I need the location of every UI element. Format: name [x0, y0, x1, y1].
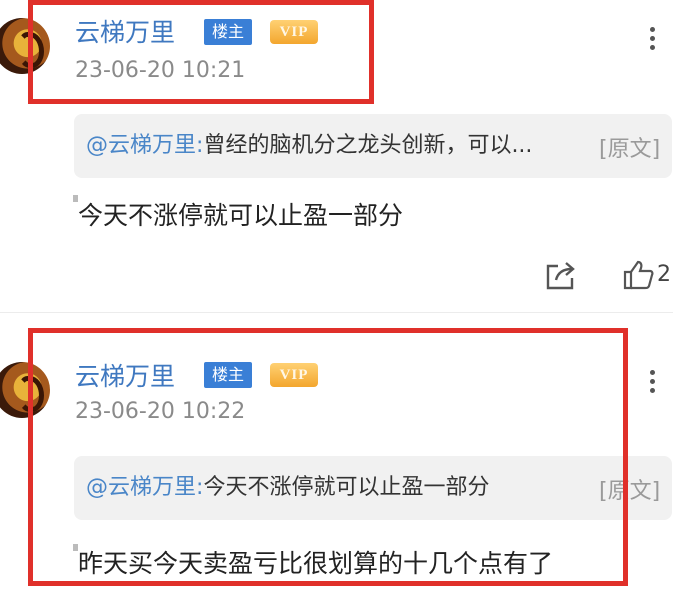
avatar[interactable]: [0, 362, 50, 418]
view-original-link[interactable]: [原文]: [599, 473, 660, 505]
timestamp: 23-06-20 10:21: [75, 58, 246, 83]
view-original-link[interactable]: [原文]: [599, 131, 660, 163]
comment-body: 昨天买今天卖盈亏比很划算的十几个点有了: [78, 549, 554, 578]
share-icon[interactable]: [544, 260, 578, 292]
timestamp: 23-06-20 10:22: [75, 399, 246, 424]
username[interactable]: 云梯万里: [75, 13, 175, 49]
owner-badge: 楼主: [204, 362, 252, 388]
quoted-reply: @云梯万里:今天不涨停就可以止盈一部分: [86, 473, 489, 503]
owner-badge: 楼主: [204, 19, 252, 45]
username[interactable]: 云梯万里: [75, 357, 175, 393]
thumbs-up-icon[interactable]: [622, 259, 656, 291]
comment-body: 今天不涨停就可以止盈一部分: [78, 201, 404, 230]
quote-author[interactable]: @云梯万里: [86, 133, 196, 158]
quoted-reply: @云梯万里:曾经的脑机分之龙头创新，可以...: [86, 131, 532, 161]
quote-content: 今天不涨停就可以止盈一部分: [203, 475, 490, 500]
vip-badge: VIP: [270, 20, 318, 44]
avatar[interactable]: [0, 18, 50, 74]
vip-badge: VIP: [270, 363, 318, 387]
like-count: 2: [657, 262, 671, 287]
more-options-icon[interactable]: [649, 27, 655, 53]
quote-content: 曾经的脑机分之龙头创新，可以...: [203, 133, 533, 158]
more-options-icon[interactable]: [649, 370, 655, 396]
comment-divider: [0, 312, 673, 313]
quote-author[interactable]: @云梯万里: [86, 475, 196, 500]
